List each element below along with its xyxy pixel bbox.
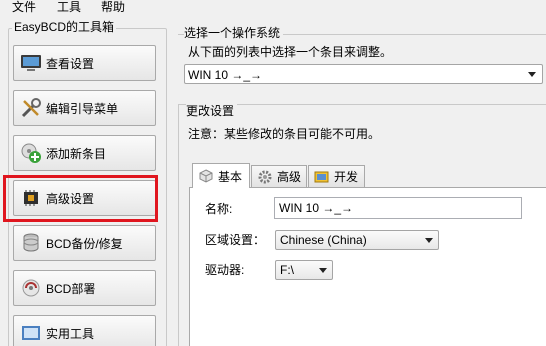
drive-label: 驱动器:: [205, 263, 245, 277]
os-select-value: WIN 10 →_→: [188, 68, 263, 82]
locale-label: 区域设置：: [205, 233, 266, 247]
edit-boot-menu-label: 编辑引导菜单: [46, 101, 119, 116]
name-label: 名称:: [205, 202, 233, 216]
tab-developer-label: 开发: [334, 170, 359, 184]
change-settings-note: 注意：某些修改的条目可能不可用。: [188, 127, 381, 141]
bcd-deploy-label: BCD部署: [46, 281, 96, 296]
toolbox-title: EasyBCD的工具箱: [12, 20, 117, 34]
os-instruction: 从下面的列表中选择一个条目来调整。: [188, 45, 393, 59]
utilities-icon: [20, 322, 42, 344]
add-entry-icon: [20, 142, 42, 164]
tab-basic[interactable]: 基本: [192, 163, 250, 188]
view-settings-button[interactable]: 查看设置: [13, 45, 156, 81]
monitor-icon: [20, 52, 42, 74]
menu-tools[interactable]: 工具: [57, 0, 81, 18]
utilities-label: 实用工具: [46, 326, 95, 341]
add-new-entry-button[interactable]: 添加新条目: [13, 135, 156, 171]
menu-help[interactable]: 帮助: [101, 0, 125, 18]
tab-developer[interactable]: 开发: [308, 165, 365, 187]
tab-advanced-label: 高级: [277, 170, 302, 184]
cube-icon: [198, 168, 214, 184]
locale-select[interactable]: Chinese (China): [275, 230, 439, 250]
chevron-down-icon: [528, 72, 536, 77]
tab-advanced[interactable]: 高级: [251, 165, 307, 187]
bcd-backup-repair-button[interactable]: BCD备份/修复: [13, 225, 156, 261]
name-input-value: WIN 10 →_→: [279, 201, 354, 215]
tools-icon: [20, 97, 42, 119]
deploy-icon: [20, 277, 42, 299]
bcd-deploy-button[interactable]: BCD部署: [13, 270, 156, 306]
gear-icon: [257, 169, 273, 185]
os-select[interactable]: WIN 10 →_→: [184, 64, 543, 84]
menu-bar: 文件 工具 帮助: [0, 0, 546, 18]
chevron-down-icon: [425, 238, 433, 243]
locale-select-value: Chinese (China): [280, 233, 367, 247]
change-settings-title: 更改设置: [186, 104, 238, 118]
chevron-down-icon: [319, 268, 327, 273]
os-group-title: 选择一个操作系统: [184, 26, 284, 40]
menu-file[interactable]: 文件: [12, 0, 36, 18]
view-settings-label: 查看设置: [46, 56, 95, 71]
drive-select[interactable]: F:\: [275, 260, 333, 280]
tab-basic-label: 基本: [218, 169, 243, 184]
developer-icon: [314, 169, 330, 185]
bcd-backup-repair-label: BCD备份/修复: [46, 236, 123, 251]
add-new-entry-label: 添加新条目: [46, 146, 107, 161]
name-input[interactable]: WIN 10 →_→: [274, 197, 522, 219]
utilities-button[interactable]: 实用工具: [13, 315, 156, 346]
edit-boot-menu-button[interactable]: 编辑引导菜单: [13, 90, 156, 126]
highlight-annotation: [3, 175, 158, 222]
database-icon: [20, 232, 42, 254]
drive-select-value: F:\: [280, 263, 294, 277]
